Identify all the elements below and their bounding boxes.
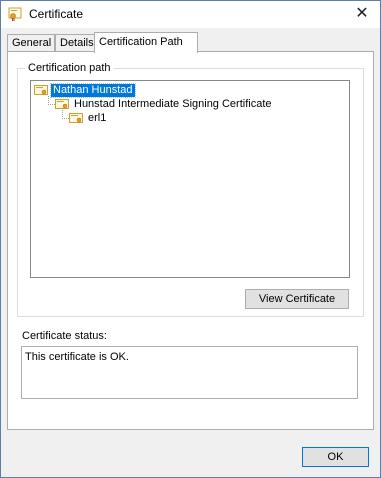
window-title: Certificate xyxy=(29,7,84,21)
tab-details[interactable]: Details xyxy=(55,34,99,52)
certificate-icon xyxy=(34,84,48,95)
certificate-icon xyxy=(69,112,83,123)
tree-connector xyxy=(62,118,69,119)
tree-node-leaf[interactable]: erl1 xyxy=(69,111,108,125)
tree-node-label: Hunstad Intermediate Signing Certificate xyxy=(74,97,272,110)
certificate-status-box[interactable]: This certificate is OK. xyxy=(21,346,358,399)
tab-general[interactable]: General xyxy=(7,34,55,52)
ok-button[interactable]: OK xyxy=(302,447,369,467)
tab-certification-path[interactable]: Certification Path xyxy=(94,32,198,53)
certificate-icon xyxy=(8,7,22,21)
certification-path-label: Certification path xyxy=(25,62,114,74)
close-button[interactable]: ✕ xyxy=(352,4,372,24)
title-bar[interactable]: Certificate ✕ xyxy=(1,1,380,28)
view-certificate-button[interactable]: View Certificate xyxy=(245,289,349,309)
certificate-dialog: Certificate ✕ General Details Certificat… xyxy=(0,0,381,478)
tree-node-root[interactable]: Nathan Hunstad xyxy=(34,82,136,98)
certificate-icon xyxy=(55,98,69,109)
tree-node-intermediate[interactable]: Hunstad Intermediate Signing Certificate xyxy=(55,97,274,111)
tree-node-label: erl1 xyxy=(88,111,107,124)
certificate-status-text: This certificate is OK. xyxy=(25,351,129,363)
tree-node-label: Nathan Hunstad xyxy=(50,82,136,98)
certification-path-tree[interactable]: Nathan Hunstad Hunstad Intermediate Sign… xyxy=(30,80,350,278)
tree-connector xyxy=(48,104,55,105)
certificate-status-label: Certificate status: xyxy=(22,330,107,342)
